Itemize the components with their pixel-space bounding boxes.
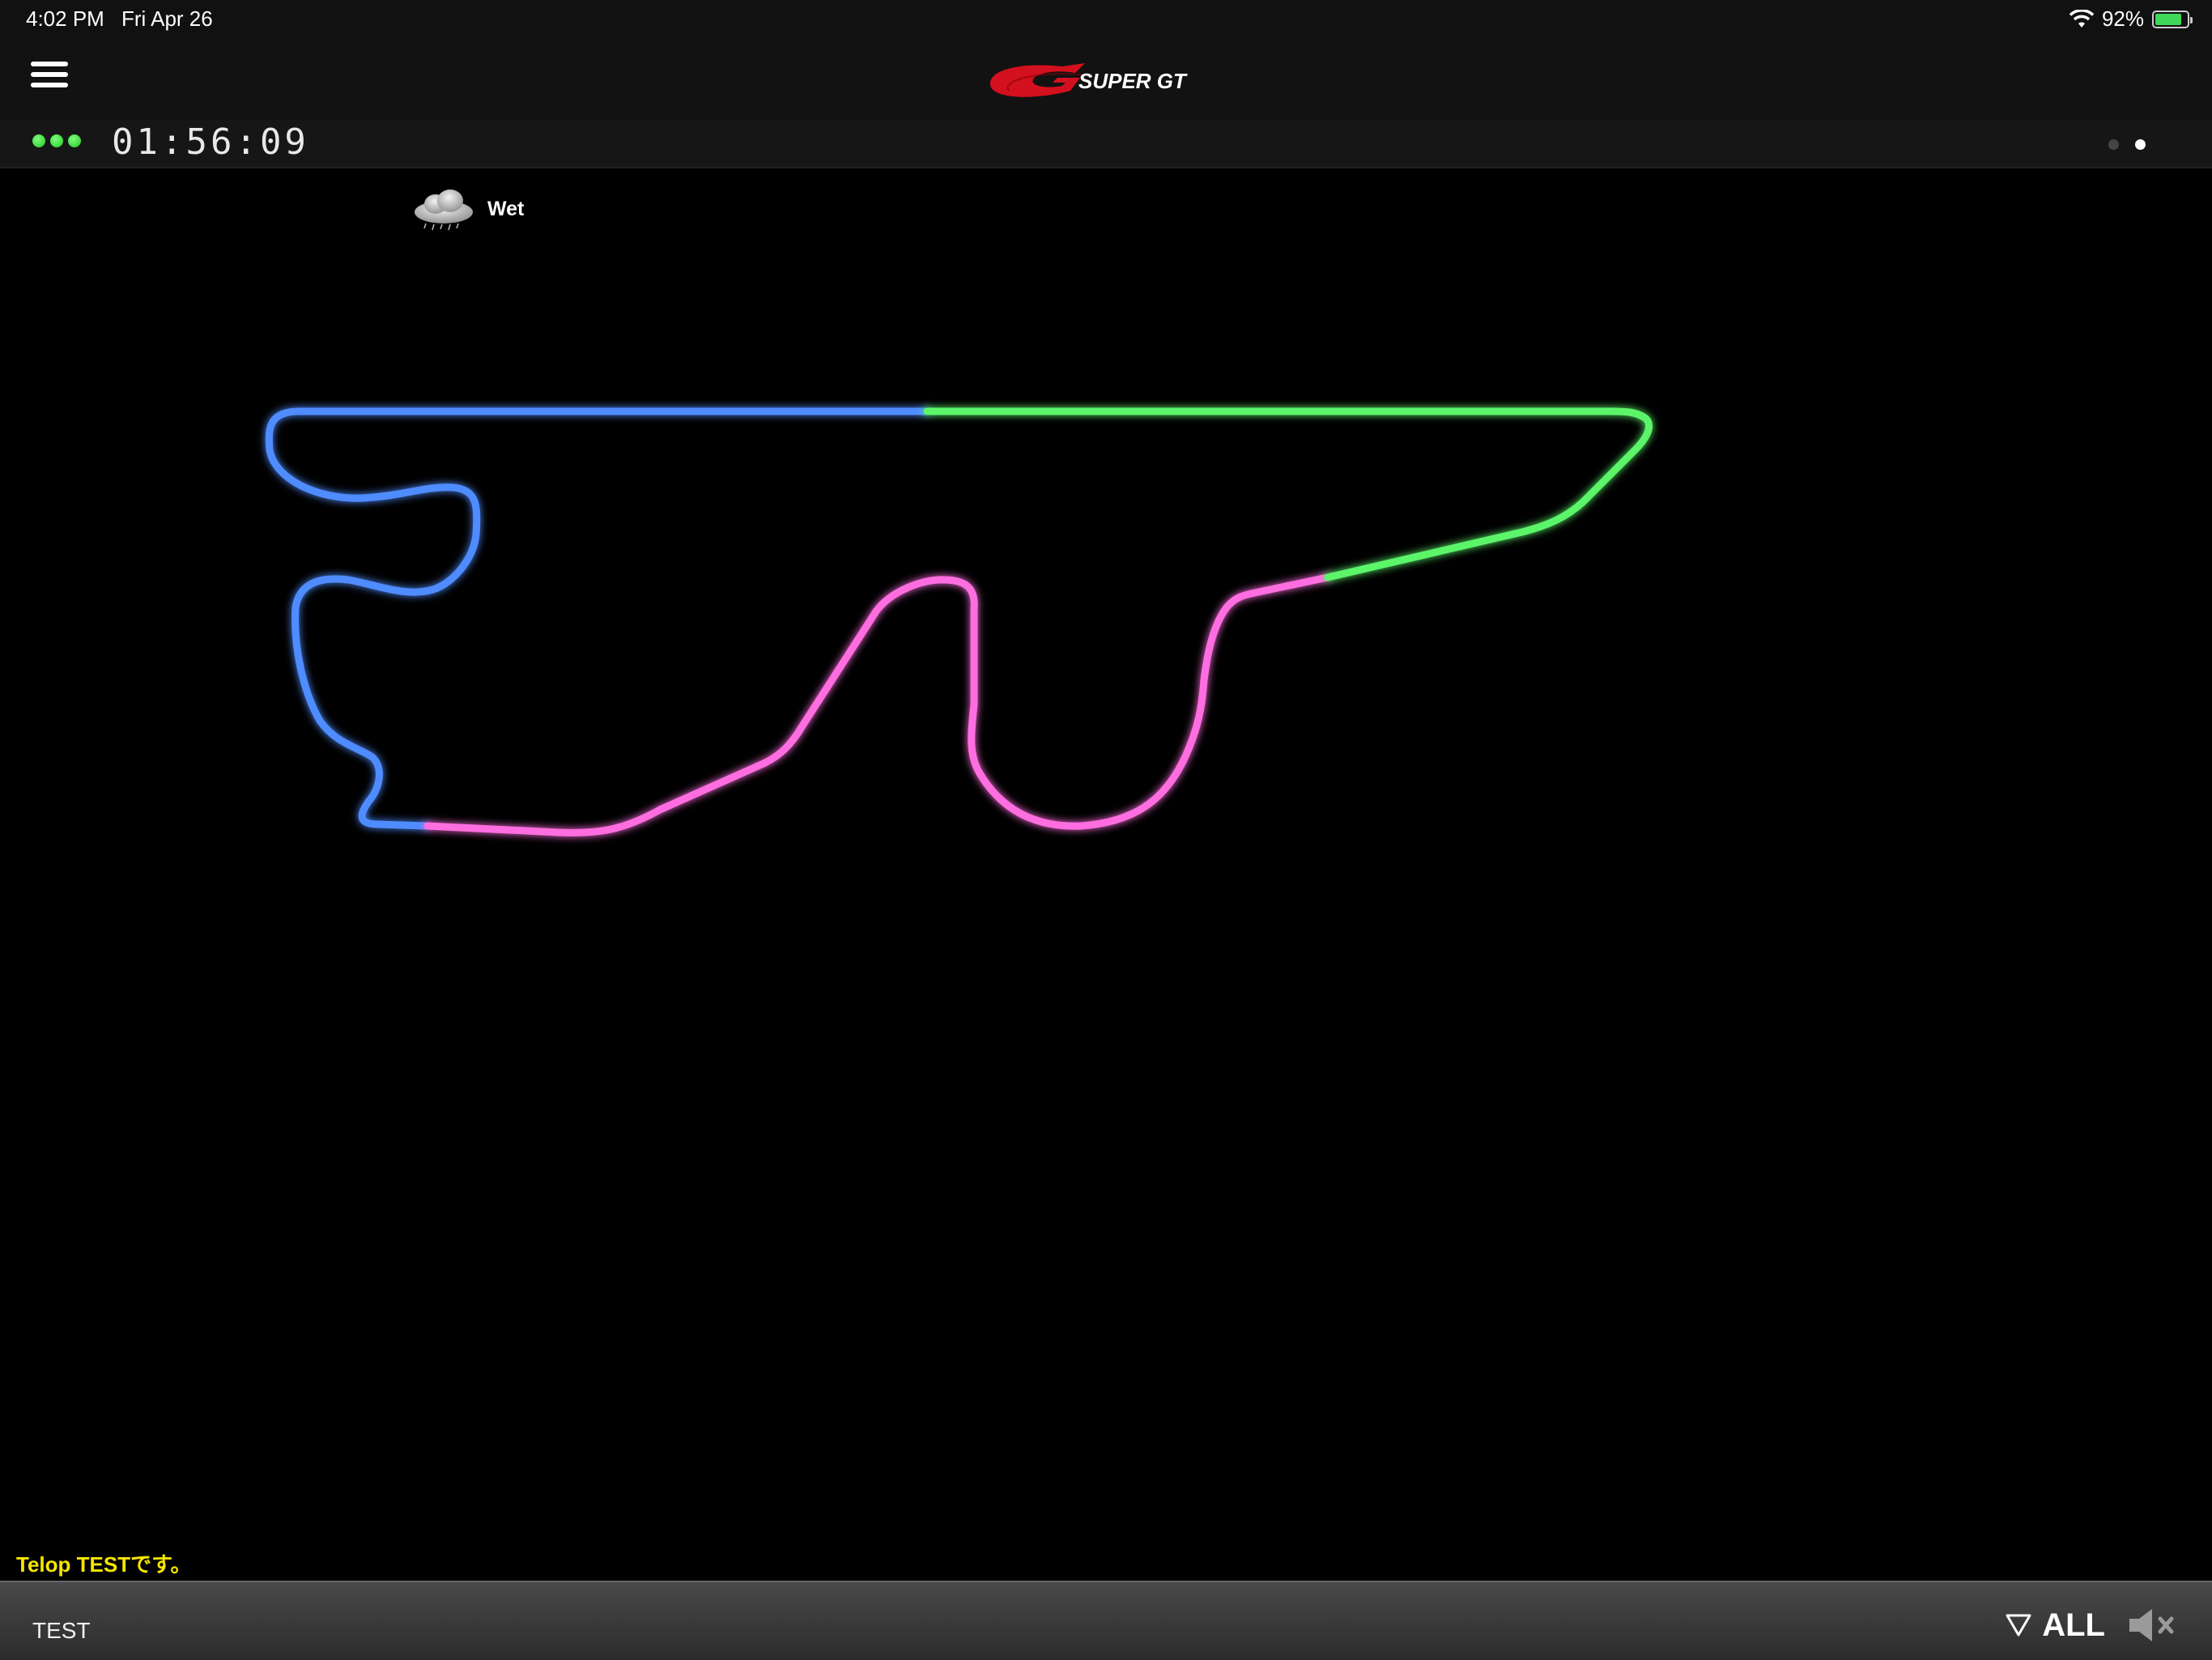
track-map [265, 407, 1653, 836]
status-date: Fri Apr 26 [121, 6, 213, 31]
app-header: SUPER GT [0, 39, 2212, 120]
class-filter-button[interactable]: ALL [2005, 1607, 2105, 1644]
track-sector-2 [423, 573, 1332, 836]
signal-lights [32, 134, 81, 147]
wifi-icon [2069, 9, 2094, 28]
race-clock: 01:56:09 [112, 121, 309, 163]
logo-text: SUPER GT [1078, 69, 1188, 93]
bottom-bar: TEST ALL [0, 1581, 2212, 1660]
super-gt-logo: SUPER GT [989, 63, 1188, 97]
page-indicator[interactable] [2108, 139, 2146, 150]
battery-icon [2152, 10, 2193, 28]
page-dot-active[interactable] [2135, 139, 2146, 150]
signal-light [68, 134, 81, 147]
track-sector-3 [923, 407, 1653, 581]
page-dot[interactable] [2108, 139, 2119, 150]
bottom-controls: ALL [2005, 1607, 2180, 1644]
race-status-bar: 01:56:09 [0, 120, 2212, 168]
status-time: 4:02 PM [26, 6, 104, 31]
status-indicators: 92% [2069, 6, 2193, 32]
signal-light [50, 134, 63, 147]
bottom-bar-label: TEST [32, 1618, 91, 1643]
status-bar: 4:02 PM Fri Apr 26 92% [0, 0, 2212, 39]
speaker-muted-icon[interactable] [2126, 1607, 2180, 1644]
triangle-down-icon [2006, 1614, 2031, 1637]
hamburger-menu-icon[interactable] [31, 62, 68, 94]
signal-light [32, 134, 45, 147]
telop-message: Telop TESTです。 [16, 1552, 192, 1577]
track-sector-1 [265, 407, 931, 830]
battery-percent: 92% [2101, 6, 2144, 31]
class-filter-label: ALL [2042, 1607, 2105, 1643]
